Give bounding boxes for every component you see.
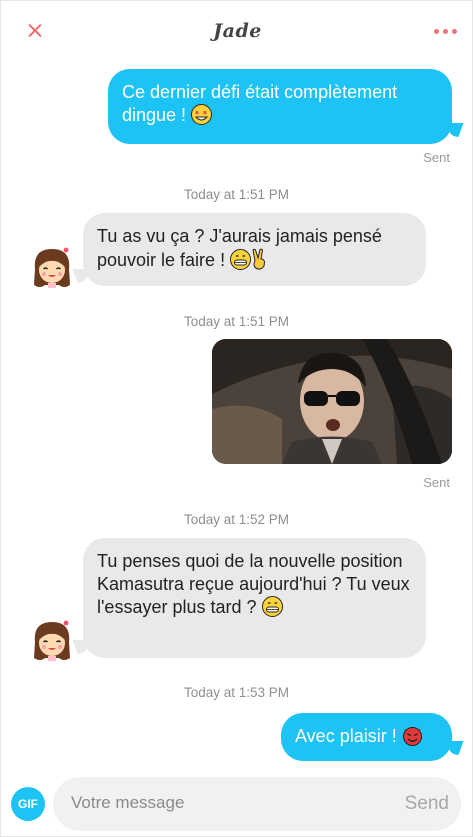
timestamp: Today at 1:51 PM [183, 187, 290, 202]
chat-window: Jade Ce dernier défi était complètement … [0, 0, 473, 837]
sent-status: Sent [423, 475, 450, 490]
more-options-icon[interactable] [430, 23, 460, 39]
gif-button[interactable]: GIF [11, 787, 45, 821]
message-incoming[interactable]: Tu penses quoi de la nouvelle position K… [83, 538, 426, 658]
send-button[interactable]: Send [405, 793, 449, 815]
message-outgoing[interactable]: Avec plaisir ! [281, 713, 452, 761]
grinning-emoji-icon [230, 249, 252, 270]
message-text: Tu penses quoi de la nouvelle position K… [97, 551, 410, 617]
chat-header: Jade [1, 1, 473, 63]
contact-name: Jade [213, 20, 262, 42]
grinning-emoji-icon [261, 596, 283, 617]
timestamp: Today at 1:52 PM [183, 512, 290, 527]
message-input[interactable]: Votre message Send [53, 777, 461, 831]
sent-status: Sent [423, 150, 450, 165]
star-struck-emoji-icon [191, 104, 213, 125]
smiling-devil-emoji-icon [402, 725, 423, 746]
timestamp: Today at 1:53 PM [183, 685, 290, 700]
message-text: Ce dernier défi était complètement dingu… [122, 82, 398, 125]
victory-hand-emoji-icon [251, 248, 267, 270]
message-text: Avec plaisir ! [295, 726, 402, 746]
contact-avatar[interactable] [29, 245, 75, 291]
contact-avatar[interactable] [29, 618, 75, 664]
timestamp: Today at 1:51 PM [183, 314, 290, 329]
message-outgoing[interactable]: Ce dernier défi était complètement dingu… [108, 69, 452, 144]
sent-image[interactable] [212, 339, 452, 464]
message-input-placeholder[interactable]: Votre message [71, 793, 184, 813]
message-incoming[interactable]: Tu as vu ça ? J'aurais jamais pensé pouv… [83, 213, 426, 286]
